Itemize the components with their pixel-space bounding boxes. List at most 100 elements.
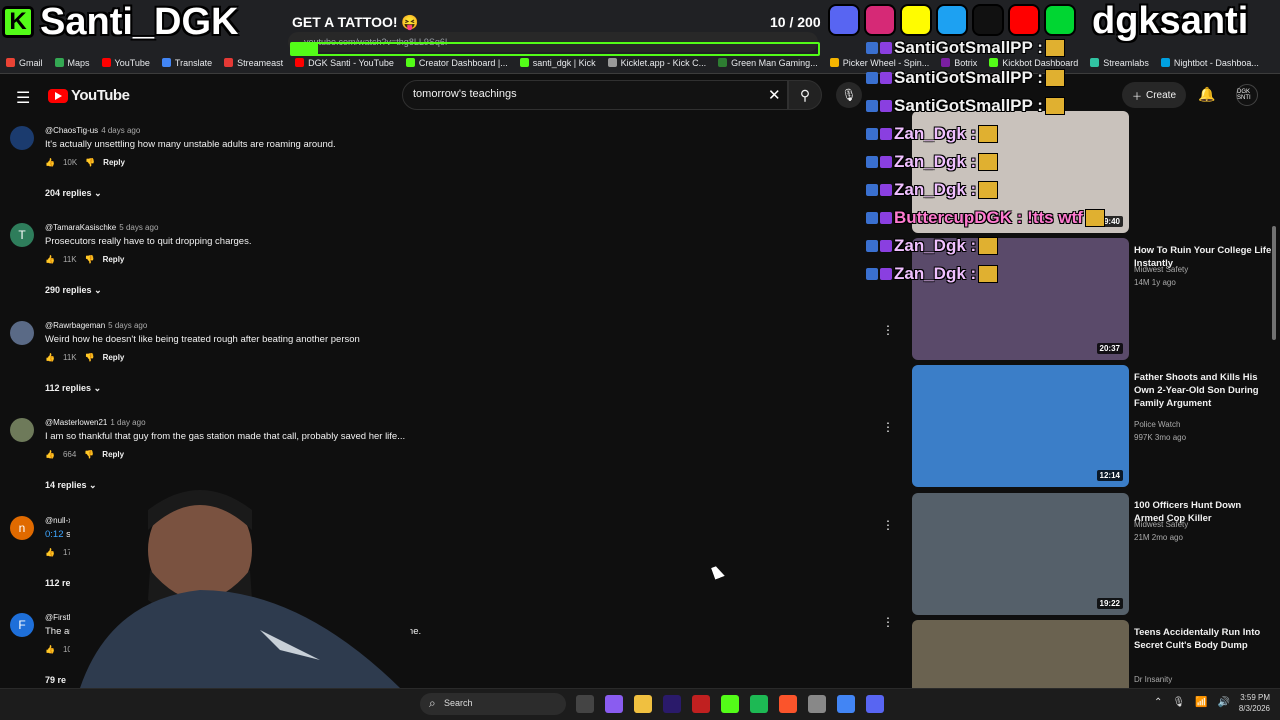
bookmark-item[interactable]: Picker Wheel - Spin... [829, 58, 929, 68]
video-channel[interactable]: Dr Insanity [1134, 675, 1172, 684]
comment-timestamp-link[interactable]: 0:12 [45, 529, 64, 540]
bookmark-item[interactable]: YouTube [101, 58, 150, 68]
menu-icon[interactable]: ☰ [16, 88, 32, 108]
opera-icon[interactable] [692, 695, 710, 713]
video-channel[interactable]: Police Watch [1134, 420, 1180, 429]
comment-time[interactable]: 5 days ago [108, 321, 147, 330]
bookmark-favicon-icon [989, 58, 999, 67]
kick-app-icon[interactable] [721, 695, 739, 713]
clock[interactable]: 3:59 PM 8/3/2026 [1226, 692, 1270, 714]
goal-progress-bar [290, 42, 820, 56]
taskbar-apps [576, 695, 884, 713]
comment-time[interactable]: 1 day ago [110, 418, 145, 427]
chat-emote-icon [978, 181, 999, 199]
commenter-avatar[interactable] [10, 126, 34, 150]
wifi-icon[interactable]: 📶 [1195, 697, 1207, 708]
premiere-icon[interactable] [663, 695, 681, 713]
spotify-icon[interactable] [750, 695, 768, 713]
recommended-video[interactable]: 20:37 How To Ruin Your College Life Inst… [912, 238, 1272, 361]
video-channel[interactable]: Midwest Safety [1134, 265, 1188, 274]
notifications-icon[interactable]: 🔔 [1198, 86, 1215, 103]
brave-icon[interactable] [779, 695, 797, 713]
bookmark-item[interactable]: Nightbot - Dashboa... [1160, 57, 1259, 68]
bookmark-label: Translate [174, 57, 213, 68]
bookmark-item[interactable]: santi_dgk | Kick [519, 58, 596, 68]
task-view-icon[interactable] [576, 695, 594, 713]
voice-search-button[interactable]: 🎙 [836, 82, 862, 108]
chrome-icon[interactable] [837, 695, 855, 713]
comment-more-icon[interactable]: ⋮ [882, 420, 894, 434]
chat-sub-icon [880, 72, 892, 84]
copilot-icon[interactable] [605, 695, 623, 713]
chevron-up-icon[interactable]: ⌃ [1154, 697, 1162, 708]
replies-toggle[interactable]: 290 replies ⌄ [45, 285, 102, 296]
bookmark-item[interactable]: Streameast [224, 58, 283, 68]
search-input[interactable]: tomorrow's teachings [402, 80, 788, 110]
commenter-avatar[interactable]: n [10, 515, 34, 540]
video-title[interactable]: Father Shoots and Kills His Own 2-Year-O… [1134, 371, 1272, 410]
comment-author[interactable]: @TamaraKasischke [45, 223, 116, 232]
comment-actions: 👍 10K 👎 Reply [45, 158, 125, 167]
recommended-video[interactable]: 12:14 Father Shoots and Kills His Own 2-… [912, 365, 1272, 488]
bookmark-item[interactable]: Kickbot Dashboard [989, 58, 1078, 68]
comment-more-icon[interactable]: ⋮ [882, 615, 894, 629]
bookmark-item[interactable]: Gmail [6, 58, 43, 68]
youtube-logo[interactable]: YouTube [48, 87, 130, 104]
bookmark-item[interactable]: Maps [54, 58, 90, 68]
video-thumbnail[interactable]: 20:37 [912, 238, 1129, 361]
comment-author[interactable]: @ChaosTig-us [45, 126, 98, 135]
obs-icon[interactable] [808, 695, 826, 713]
bookmark-item[interactable]: Creator Dashboard |... [405, 58, 508, 68]
bookmark-label: Nightbot - Dashboa... [1173, 57, 1259, 68]
clear-search-icon[interactable]: ✕ [768, 86, 781, 104]
comment-more-icon[interactable]: ⋮ [882, 518, 894, 532]
chat-message: Zan_Dgk : [866, 180, 999, 200]
create-button[interactable]: ＋ Create [1122, 82, 1186, 108]
search-button[interactable]: ⚲ [788, 80, 822, 110]
video-thumbnail[interactable]: 12:14 [912, 365, 1129, 488]
comment-time[interactable]: 5 days ago [119, 223, 158, 232]
like-icon[interactable]: 👍 [45, 450, 55, 459]
commenter-avatar[interactable] [10, 320, 34, 345]
dislike-icon[interactable]: 👎 [85, 255, 95, 264]
dislike-icon[interactable]: 👎 [85, 353, 95, 362]
bookmark-item[interactable]: Green Man Gaming... [718, 58, 818, 68]
replies-toggle[interactable]: 204 replies ⌄ [45, 188, 102, 199]
like-icon[interactable]: 👍 [45, 158, 55, 167]
reply-button[interactable]: Reply [103, 353, 125, 362]
like-icon[interactable]: 👍 [45, 353, 55, 362]
commenter-avatar[interactable] [10, 418, 34, 443]
comment-time[interactable]: 4 days ago [101, 126, 140, 135]
like-icon[interactable]: 👍 [45, 645, 55, 654]
like-icon[interactable]: 👍 [45, 255, 55, 264]
discord-app-icon[interactable] [866, 695, 884, 713]
like-icon[interactable]: 👍 [45, 548, 55, 557]
bookmark-item[interactable]: DGK Santi - YouTube [295, 58, 394, 68]
dislike-icon[interactable]: 👎 [84, 450, 94, 459]
dislike-icon[interactable]: 👎 [85, 158, 95, 167]
video-channel[interactable]: Midwest Safety [1134, 520, 1188, 529]
replies-toggle[interactable]: 112 replies ⌄ [45, 383, 101, 394]
comment-more-icon[interactable]: ⋮ [882, 323, 894, 337]
comment-author[interactable]: @Rawrbageman [45, 321, 105, 330]
commenter-avatar[interactable]: T [10, 223, 34, 248]
chat-badge-icon [866, 156, 878, 168]
mic-tray-icon[interactable]: 🎙 [1172, 697, 1185, 708]
reply-button[interactable]: Reply [103, 255, 125, 264]
recommended-video[interactable]: 19:22 100 Officers Hunt Down Armed Cop K… [912, 492, 1272, 615]
scrollbar[interactable] [1272, 226, 1276, 340]
bookmark-item[interactable]: Kicklet.app - Kick C... [607, 58, 706, 68]
taskbar-search[interactable]: Search [420, 693, 566, 715]
commenter-avatar[interactable]: F [10, 613, 34, 637]
video-title[interactable]: Teens Accidentally Run Into Secret Cult'… [1134, 626, 1272, 652]
comment-author[interactable]: @Masterlowen21 [45, 418, 107, 427]
account-avatar[interactable]: DGK SNTI [1236, 84, 1258, 106]
bookmark-item[interactable]: Botrix [941, 58, 977, 68]
file-explorer-icon[interactable] [634, 695, 652, 713]
bookmark-item[interactable]: Streamlabs [1090, 58, 1149, 68]
video-thumbnail[interactable]: 19:22 [912, 492, 1129, 615]
bookmark-item[interactable]: Translate [161, 57, 213, 68]
replies-count: 204 replies [45, 188, 92, 198]
reply-button[interactable]: Reply [103, 158, 125, 167]
reply-button[interactable]: Reply [102, 450, 124, 459]
